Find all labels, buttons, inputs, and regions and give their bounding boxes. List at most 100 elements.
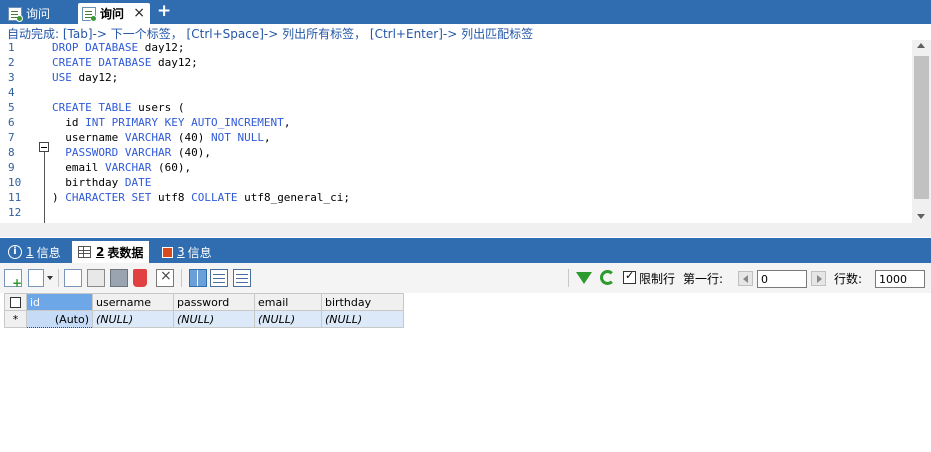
filter-icon[interactable]: [576, 272, 592, 284]
sql-text: email: [52, 161, 105, 174]
code-line[interactable]: 6 id INT PRIMARY KEY AUTO_INCREMENT,: [0, 115, 912, 130]
sql-text: ,: [263, 131, 271, 144]
code-line[interactable]: 4: [0, 85, 912, 100]
chevron-down-icon[interactable]: [47, 276, 53, 280]
grid-header-row: id username password email birthday: [4, 293, 404, 311]
duplicate-row-icon[interactable]: [64, 269, 82, 287]
query-file-icon: [8, 6, 23, 22]
code-line[interactable]: 7 username VARCHAR (40) NOT NULL,: [0, 130, 912, 145]
add-tab-icon[interactable]: +: [157, 2, 171, 20]
code-line[interactable]: 2 CREATE DATABASE day12;: [0, 55, 912, 70]
row-count-input[interactable]: [875, 270, 925, 288]
sql-text: (40),: [171, 146, 211, 159]
sql-text: ): [52, 191, 66, 204]
save-icon[interactable]: [110, 269, 128, 287]
line-number: 5: [8, 101, 15, 114]
add-row-icon[interactable]: [4, 269, 22, 290]
discard-changes-icon[interactable]: [156, 268, 174, 287]
sql-text: username: [52, 131, 125, 144]
line-number: 6: [8, 116, 15, 129]
column-header-password[interactable]: password: [173, 293, 255, 311]
query-tab-1[interactable]: 询问: [4, 3, 74, 24]
table-row[interactable]: * (Auto) (NULL) (NULL) (NULL) (NULL): [4, 310, 404, 328]
scroll-thumb[interactable]: [914, 56, 929, 199]
sql-text: day12;: [138, 41, 185, 54]
editor-vertical-scrollbar[interactable]: [912, 40, 931, 223]
column-header-email[interactable]: email: [254, 293, 322, 311]
select-all-checkbox[interactable]: [10, 297, 21, 308]
sql-text: (40): [171, 131, 211, 144]
refresh-icon[interactable]: [600, 270, 615, 285]
info-icon: [162, 246, 173, 258]
code-line[interactable]: 9 email VARCHAR (60),: [0, 160, 912, 175]
toolbar-divider: [181, 269, 182, 287]
result-tab-bar: i 1 信息 2 表数据 3 信息: [0, 238, 931, 263]
cell-username[interactable]: (NULL): [92, 310, 174, 328]
sql-keyword: CREATE TABLE: [52, 101, 132, 114]
tab-info-3[interactable]: 3 信息: [162, 241, 212, 263]
limit-rows-checkbox[interactable]: [623, 269, 636, 284]
code-line[interactable]: 10 birthday DATE: [0, 175, 912, 190]
code-line[interactable]: 1 DROP DATABASE day12;: [0, 40, 912, 55]
code-text: birthday DATE: [52, 175, 151, 190]
grid-mode-icon[interactable]: [189, 269, 207, 287]
editor-horizontal-scrollbar[interactable]: [0, 223, 912, 237]
code-line[interactable]: 5 CREATE TABLE users (: [0, 100, 912, 115]
query-tab-label: 询问: [100, 7, 125, 21]
column-header-id[interactable]: id: [26, 293, 93, 311]
sql-keyword: DATE: [124, 176, 152, 189]
next-page-icon[interactable]: [811, 271, 826, 286]
sql-text: day12;: [151, 56, 198, 69]
close-tab-icon[interactable]: ×: [133, 5, 145, 21]
tab-label: 信息: [187, 245, 212, 260]
tab-table-data[interactable]: 2 表数据: [72, 241, 150, 263]
cell-password[interactable]: (NULL): [173, 310, 255, 328]
line-number: 10: [8, 176, 22, 189]
info-icon: i: [8, 245, 22, 259]
scroll-down-icon[interactable]: [917, 214, 925, 219]
select-all-cell[interactable]: [4, 293, 27, 311]
tab-number: 1: [26, 245, 34, 259]
code-text: id INT PRIMARY KEY AUTO_INCREMENT,: [52, 115, 290, 130]
text-mode-icon[interactable]: [233, 269, 251, 287]
autocomplete-hint: 自动完成: [Tab]-> 下一个标签， [Ctrl+Space]-> 列出所有…: [7, 27, 534, 41]
query-tab-2[interactable]: 询问 ×: [78, 3, 150, 24]
delete-icon[interactable]: [133, 269, 147, 287]
row-marker: *: [4, 310, 27, 328]
code-line[interactable]: 12: [0, 205, 912, 220]
sql-keyword: INT PRIMARY KEY AUTO_INCREMENT: [85, 116, 284, 129]
cell-email[interactable]: (NULL): [254, 310, 322, 328]
prev-page-icon[interactable]: [738, 271, 753, 286]
sql-keyword: VARCHAR: [104, 161, 152, 174]
line-number: 3: [8, 71, 15, 84]
grid-view-icon[interactable]: [28, 269, 44, 287]
line-number: 7: [8, 131, 15, 144]
column-header-username[interactable]: username: [92, 293, 174, 311]
sql-keyword: PASSWORD VARCHAR: [65, 146, 172, 159]
tab-info-1[interactable]: i 1 信息: [8, 241, 61, 263]
tab-number: 2: [96, 245, 105, 259]
code-line[interactable]: 11) CHARACTER SET utf8 COLLATE utf8_gene…: [0, 190, 912, 205]
result-grid[interactable]: id username password email birthday * (A…: [4, 293, 404, 328]
sql-keyword: COLLATE: [191, 191, 238, 204]
result-toolbar: 限制行 第一行: 行数:: [0, 263, 931, 293]
scroll-up-icon[interactable]: [917, 43, 925, 48]
form-mode-icon[interactable]: [210, 269, 228, 287]
cell-id[interactable]: (Auto): [26, 310, 93, 328]
line-number: 9: [8, 161, 15, 174]
code-line[interactable]: 3 USE day12;: [0, 70, 912, 85]
code-line[interactable]: 8 PASSWORD VARCHAR (40),: [0, 145, 912, 160]
sql-text: (60),: [151, 161, 192, 174]
sql-text: ,: [283, 116, 291, 129]
sql-text: birthday: [52, 176, 125, 189]
code-text: username VARCHAR (40) NOT NULL,: [52, 130, 271, 145]
column-header-birthday[interactable]: birthday: [321, 293, 404, 311]
first-row-input[interactable]: [757, 270, 807, 288]
cell-birthday[interactable]: (NULL): [321, 310, 404, 328]
sql-text: day12;: [71, 71, 119, 84]
sql-editor[interactable]: 1 DROP DATABASE day12; 2 CREATE DATABASE da…: [0, 40, 931, 237]
rows-label: 行数:: [834, 272, 863, 286]
code-text: USE day12;: [52, 70, 118, 85]
paste-icon[interactable]: [87, 269, 105, 287]
